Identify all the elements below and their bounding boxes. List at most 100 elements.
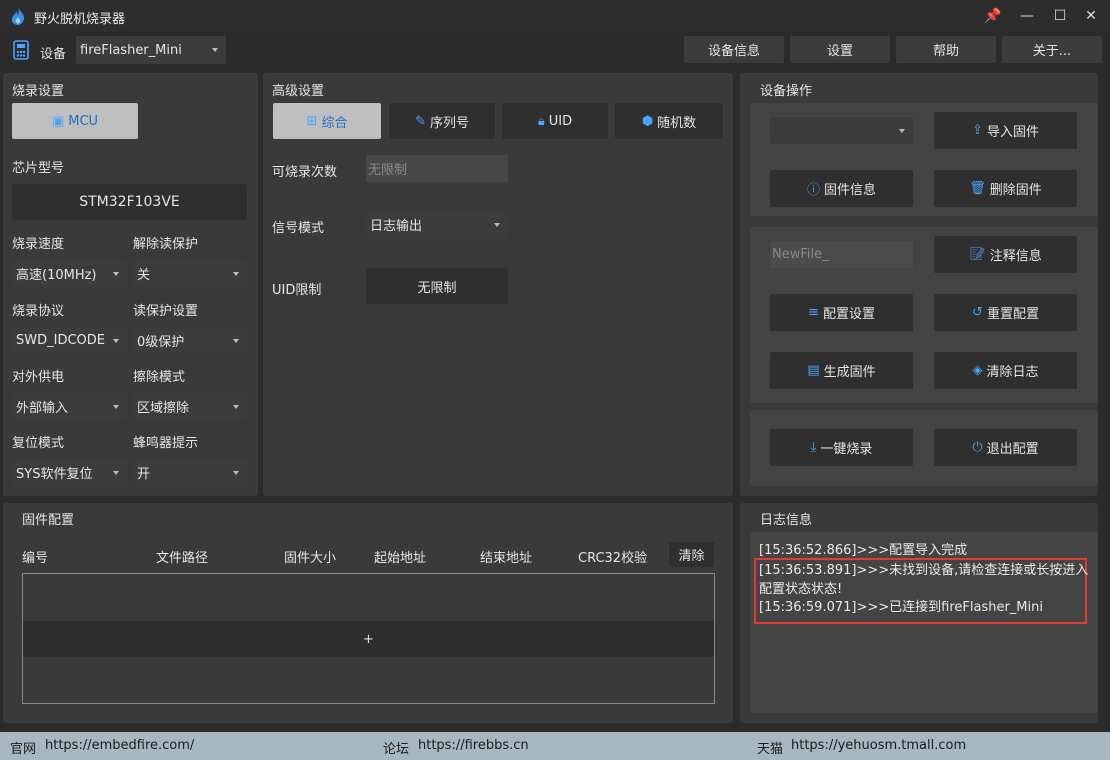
buzzer-label: 蜂鸣器提示 (133, 436, 199, 451)
read-protect-select[interactable]: 0级保护 (133, 327, 247, 354)
tab-serial-label: 序列号 (429, 115, 469, 131)
column-header-index: 编号 (22, 551, 49, 566)
protocol-select[interactable]: SWD_IDCODE (12, 327, 127, 354)
tmall-label: 天猫 (757, 742, 784, 757)
one-click-burn-button[interactable]: ⤓ 一键烧录 (770, 429, 913, 466)
tab-general[interactable]: ⊞ 综合 (273, 103, 381, 139)
column-header-crc: CRC32校验 (578, 551, 648, 566)
cube-icon: ⬢ (641, 113, 654, 129)
advanced-settings-title: 高级设置 (272, 84, 325, 99)
speed-label: 烧录速度 (12, 237, 65, 252)
device-info-button[interactable]: 设备信息 (684, 36, 784, 63)
config-settings-button[interactable]: ≡ 配置设置 (770, 294, 913, 331)
maximize-button[interactable]: ☐ (1045, 4, 1075, 28)
count-label: 可烧录次数 (272, 165, 338, 180)
firmware-config-title: 固件配置 (22, 513, 75, 528)
power-label: 对外供电 (12, 370, 65, 385)
erase-select-value: 区域擦除 (137, 401, 190, 416)
firmware-info-button[interactable]: ⓘ 固件信息 (770, 170, 913, 207)
burn-settings-title: 烧录设置 (12, 84, 65, 99)
clear-table-button[interactable]: 清除 (669, 542, 714, 567)
filename-input[interactable]: NewFile_ (770, 241, 913, 268)
import-icon: ⇪ (972, 123, 983, 138)
tab-general-label: 综合 (321, 115, 348, 131)
count-input[interactable]: 无限制 (366, 155, 508, 182)
buzzer-select-value: 开 (137, 467, 151, 482)
signal-select[interactable]: 日志输出 (366, 211, 508, 238)
column-header-size: 固件大小 (284, 551, 337, 566)
pin-icon[interactable]: 📌 (978, 4, 1008, 28)
clear-log-button[interactable]: ◈ 清除日志 (934, 352, 1077, 389)
uid-limit-label: UID限制 (272, 283, 322, 298)
exit-config-button[interactable]: ⏻ 退出配置 (934, 429, 1077, 466)
chevron-down-icon (212, 48, 218, 52)
erase-select[interactable]: 区域擦除 (133, 393, 247, 420)
tab-uid[interactable]: 🔒︎ UID (502, 103, 608, 139)
unlock-label: 解除读保护 (133, 237, 199, 252)
log-line: [15:36:59.071]>>>已连接到fireFlasher_Mini (759, 600, 1043, 615)
device-select[interactable]: fireFlasher_Mini (76, 36, 226, 64)
generate-firmware-button[interactable]: ▤ 生成固件 (770, 352, 913, 389)
site-label: 官网 (10, 742, 37, 757)
chip-model-field[interactable]: STM32F103VE (12, 184, 247, 220)
speed-select[interactable]: 高速(10MHz) (12, 260, 127, 287)
minimize-button[interactable]: — (1012, 4, 1042, 28)
eraser-icon: ◈ (972, 363, 983, 378)
buzzer-select[interactable]: 开 (133, 459, 247, 486)
chip-model-label: 芯片型号 (12, 161, 65, 176)
chevron-down-icon (113, 404, 119, 409)
comment-info-button[interactable]: 📝︎ 注释信息 (934, 236, 1077, 273)
uid-limit-button[interactable]: 无限制 (366, 268, 508, 304)
delete-firmware-label: 删除固件 (989, 183, 1042, 198)
trash-icon: 🗑︎ (969, 181, 986, 196)
chevron-down-icon (113, 470, 119, 475)
chevron-down-icon (233, 271, 239, 276)
chevron-down-icon (494, 222, 500, 227)
about-button[interactable]: 关于... (1002, 36, 1102, 63)
signal-select-value: 日志输出 (370, 219, 423, 234)
device-ops-title: 设备操作 (760, 84, 813, 99)
device-label: 设备 (40, 47, 67, 62)
site-link[interactable]: https://embedfire.com/ (45, 738, 194, 753)
note-icon: 📝︎ (969, 247, 986, 262)
info-icon: ⓘ (806, 183, 820, 198)
exit-config-label: 退出配置 (986, 442, 1039, 457)
reset-select[interactable]: SYS软件复位 (12, 459, 127, 486)
generate-firmware-label: 生成固件 (823, 365, 876, 380)
edit-icon: ✎ (415, 113, 426, 129)
reset-icon: ↺ (972, 305, 983, 320)
mcu-button-label: MCU (68, 113, 99, 129)
protocol-select-value: SWD_IDCODE (16, 333, 105, 348)
forum-label: 论坛 (383, 742, 410, 757)
firmware-select[interactable] (770, 117, 913, 144)
tab-uid-label: UID (548, 113, 573, 129)
device-icon (13, 40, 29, 60)
document-icon: ▤ (807, 363, 820, 378)
import-firmware-button[interactable]: ⇪ 导入固件 (934, 112, 1077, 149)
column-header-end: 结束地址 (480, 551, 533, 566)
reset-label: 复位模式 (12, 436, 65, 451)
reset-config-button[interactable]: ↺ 重置配置 (934, 294, 1077, 331)
unlock-select[interactable]: 关 (133, 260, 247, 287)
import-firmware-label: 导入固件 (986, 125, 1039, 140)
tab-serial[interactable]: ✎ 序列号 (389, 103, 495, 139)
grid-icon: ⊞ (306, 113, 318, 129)
mcu-button[interactable]: ▣ MCU (12, 103, 138, 139)
chip-icon: ▣ (51, 113, 65, 129)
protocol-label: 烧录协议 (12, 304, 65, 319)
reset-select-value: SYS软件复位 (16, 467, 93, 482)
tab-random[interactable]: ⬢ 随机数 (615, 103, 723, 139)
add-firmware-row-button[interactable]: + (23, 621, 714, 657)
close-button[interactable]: ✕ (1076, 4, 1106, 28)
power-select[interactable]: 外部输入 (12, 393, 127, 420)
firmware-info-label: 固件信息 (824, 183, 877, 198)
comment-info-label: 注释信息 (989, 249, 1042, 264)
forum-link[interactable]: https://firebbs.cn (418, 738, 529, 753)
delete-firmware-button[interactable]: 🗑︎ 删除固件 (934, 170, 1077, 207)
help-button[interactable]: 帮助 (896, 36, 996, 63)
lock-icon: 🔒︎ (537, 113, 545, 129)
tmall-link[interactable]: https://yehuosm.tmall.com (791, 738, 966, 753)
read-protect-label: 读保护设置 (133, 304, 199, 319)
speed-select-value: 高速(10MHz) (16, 268, 97, 283)
settings-button[interactable]: 设置 (790, 36, 890, 63)
